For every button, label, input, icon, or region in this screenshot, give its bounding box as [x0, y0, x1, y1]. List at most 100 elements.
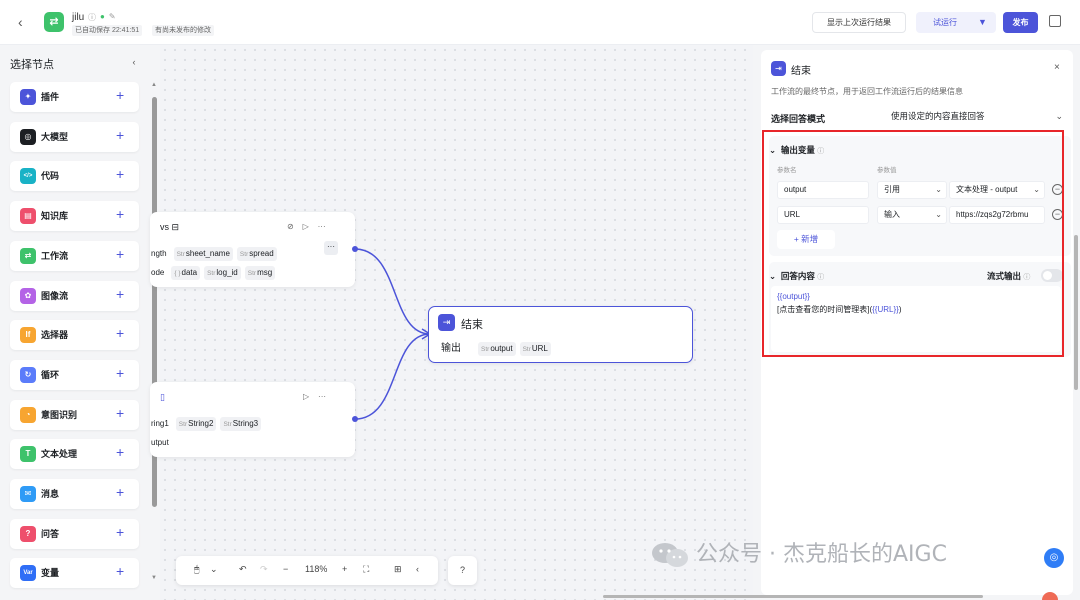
param-value-input[interactable]: https://zqs2g72rbmu [949, 206, 1045, 224]
plus-icon[interactable]: + [116, 524, 124, 540]
plus-icon[interactable]: + [116, 246, 124, 262]
param-name-header: 参数名 [777, 167, 797, 174]
plus-icon[interactable]: + [116, 405, 124, 421]
layout-icon[interactable]: ⊞ [394, 564, 402, 575]
publish-button[interactable]: 发布 [1003, 12, 1038, 33]
sidebar-item-selector[interactable]: If 选择器 + [10, 320, 139, 351]
edit-icon[interactable]: ✎ [109, 12, 116, 23]
chevron-down-icon[interactable]: ⌄ [769, 145, 776, 155]
plus-icon[interactable]: + [116, 286, 124, 302]
param-source-select[interactable]: 输入 ⌄ [877, 206, 947, 224]
sidebar-item-llm[interactable]: ◎ 大模型 + [10, 121, 139, 152]
selector-icon: If [20, 327, 36, 344]
output-port[interactable] [352, 416, 358, 422]
sidebar-item-intent[interactable]: ◔ 意图识别 + [10, 399, 139, 430]
plus-icon[interactable]: + [116, 87, 124, 103]
run-icon[interactable]: ▷ [303, 392, 309, 401]
chevron-down-icon: ⌄ [1055, 111, 1063, 121]
output-port[interactable] [352, 246, 358, 252]
info-icon: ⓘ [88, 13, 96, 22]
info-icon: ⓘ [817, 274, 825, 281]
horizontal-scrollbar[interactable] [603, 595, 983, 598]
top-bar: ‹ ⇄ jilu ⓘ ● ✎ 已自动保存 22:41:51 有尚未发布的修改 显… [0, 0, 1080, 45]
scroll-down-icon[interactable]: ▼ [151, 575, 157, 581]
sidebar-item-message[interactable]: ✉ 消息 + [10, 479, 139, 509]
undo-icon[interactable]: ↶ [239, 564, 247, 575]
plus-icon[interactable]: + [116, 127, 124, 143]
help-icon[interactable]: ? [448, 556, 477, 585]
plus-icon[interactable]: + [116, 206, 124, 222]
collapse-icon[interactable]: ‹ [416, 564, 419, 574]
answer-header[interactable]: ⌄ 回答内容 ⓘ [769, 270, 824, 282]
param-value-select[interactable]: 文本处理 - output ⌄ [949, 181, 1045, 199]
sidebar-item-variable[interactable]: Var 变量 + [10, 558, 139, 589]
run-icon[interactable]: ▷ [303, 222, 309, 231]
output-vars-header[interactable]: ⌄ 输出变量 ⓘ [769, 144, 824, 156]
back-arrow-icon[interactable]: ‹ [18, 14, 23, 30]
sidebar-item-loop[interactable]: ↻ 循环 + [10, 359, 139, 390]
sidebar-item-code[interactable]: </> 代码 + [10, 161, 139, 192]
loop-icon: ↻ [20, 366, 36, 383]
redo-icon[interactable]: ↷ [260, 564, 268, 575]
plus-icon[interactable]: + [116, 166, 124, 182]
pointer-mode-icon[interactable]: 🖱 [194, 564, 199, 575]
answer-mode-label: 选择回答模式 [771, 114, 826, 124]
workflow-canvas[interactable]: vs ⊟ ⊘ ▷ ··· ngth Strsheet_name Strspread … [150, 45, 753, 600]
zoom-level[interactable]: 118% [305, 564, 327, 574]
sidebar-item-qa[interactable]: ? 问答 + [10, 518, 139, 549]
zoom-in-icon[interactable]: + [342, 564, 347, 574]
param-name-input[interactable]: URL [777, 206, 869, 224]
show-last-run-button[interactable]: 显示上次运行结果 [812, 12, 906, 33]
remove-row-icon[interactable]: − [1052, 184, 1063, 195]
chevron-down-icon: ⌄ [935, 185, 942, 194]
close-icon[interactable]: × [1054, 62, 1060, 73]
app-name: jilu [72, 12, 85, 23]
sidebar-item-imageflow[interactable]: ✿ 图像流 + [10, 280, 139, 311]
answer-mode-select[interactable]: 使用设定的内容直接回答 ⌄ [885, 106, 1069, 126]
test-run-button[interactable]: 试运行 ▼ [916, 12, 996, 33]
chevron-down-icon[interactable]: ⌄ [769, 271, 776, 281]
more-icon[interactable]: ··· [318, 392, 326, 401]
add-variable-button[interactable]: + 新增 [777, 230, 835, 249]
plus-icon[interactable]: + [116, 484, 124, 500]
node-icon: ▯ [160, 392, 165, 402]
workflow-node-2[interactable]: ▯ ▷ ··· ring1 StrString2 StrString3 utput [150, 382, 355, 457]
verified-icon: ● [100, 12, 105, 21]
panel-scrollbar[interactable] [1074, 235, 1078, 390]
fit-view-icon[interactable]: ⛶ [363, 564, 369, 575]
chevron-down-icon[interactable]: ▼ [978, 12, 987, 33]
chevron-down-icon[interactable]: ⌄ [210, 564, 218, 575]
sidebar-item-plugin[interactable]: ✦ 插件 + [10, 82, 139, 112]
plus-icon[interactable]: + [116, 563, 124, 579]
more-outputs-icon[interactable]: ··· [324, 241, 338, 255]
output-variable-chip: ngth [151, 249, 167, 258]
zoom-out-icon[interactable]: − [283, 564, 288, 574]
sidebar-item-label: 问答 [41, 528, 60, 539]
wechat-logo [652, 543, 688, 567]
end-node[interactable]: ⇥ 结束 输出 Stroutput StrURL [428, 306, 693, 363]
sidebar-item-text-process[interactable]: T 文本处理 + [10, 439, 139, 470]
more-icon[interactable]: ··· [318, 222, 326, 231]
stream-output-toggle[interactable] [1041, 269, 1063, 282]
workflow-node-1[interactable]: vs ⊟ ⊘ ▷ ··· ngth Strsheet_name Strspread … [150, 212, 355, 287]
sidebar-item-label: 工作流 [41, 250, 69, 261]
remove-row-icon[interactable]: − [1052, 209, 1063, 220]
param-name-input[interactable]: output [777, 181, 869, 199]
scroll-up-icon[interactable]: ▲ [151, 82, 157, 88]
collapse-icon[interactable]: ‹ [128, 56, 140, 68]
sidebar-item-label: 插件 [41, 92, 60, 102]
plus-icon[interactable]: + [116, 444, 124, 460]
answer-content-section: ⌄ 回答内容 ⓘ 流式输出 ⓘ {{output}} [点击查看您的时间管理表]… [769, 262, 1071, 357]
answer-content-editor[interactable]: {{output}} [点击查看您的时间管理表]({{URL}}) [771, 286, 1061, 352]
param-value-header: 参数值 [877, 167, 897, 174]
hide-icon[interactable]: ⊘ [287, 222, 294, 231]
copy-icon[interactable] [1049, 15, 1061, 27]
sidebar-item-workflow[interactable]: ⇄ 工作流 + [10, 240, 139, 271]
assistant-badge-icon[interactable]: ◎ [1044, 548, 1064, 568]
node-config-panel: ⇥ 结束 × 工作流的最终节点，用于返回工作流运行后的结果信息 选择回答模式 使… [753, 45, 1080, 600]
param-source-select[interactable]: 引用 ⌄ [877, 181, 947, 199]
plus-icon[interactable]: + [116, 365, 124, 381]
plus-icon[interactable]: + [116, 325, 124, 341]
sidebar-item-knowledge[interactable]: ▤ 知识库 + [10, 201, 139, 232]
qa-icon: ? [20, 525, 36, 542]
